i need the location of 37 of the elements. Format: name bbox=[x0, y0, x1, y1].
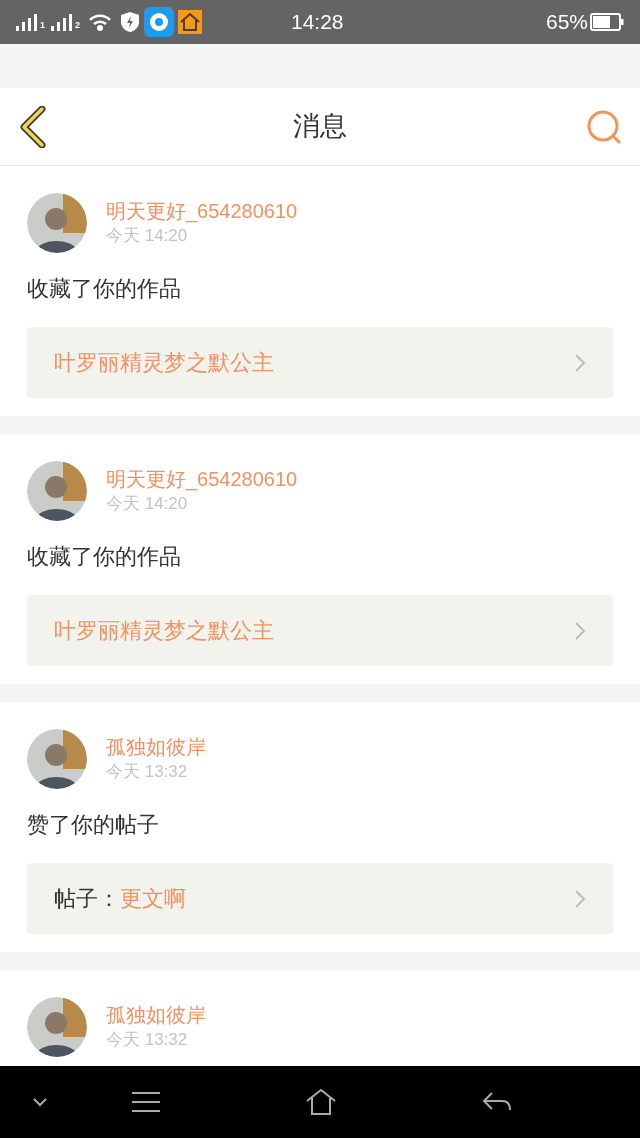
app-icon bbox=[144, 7, 175, 37]
signal-icon bbox=[51, 13, 73, 31]
item-label: 帖子： bbox=[54, 885, 120, 913]
timestamp: 今天 14:20 bbox=[106, 493, 189, 515]
back-icon[interactable] bbox=[482, 1091, 512, 1113]
chevron-right-icon bbox=[574, 352, 586, 373]
message-text: 收藏了你的作品 bbox=[27, 275, 182, 303]
chevron-right-icon bbox=[574, 620, 586, 641]
sim-label: 1 bbox=[40, 19, 45, 33]
item-title: 叶罗丽精灵梦之默公主 bbox=[54, 349, 274, 377]
item-title: 更文啊 bbox=[120, 885, 186, 913]
user-name[interactable]: 明天更好_654280610 bbox=[106, 466, 298, 492]
sim-label: 2 bbox=[75, 19, 81, 33]
chevron-right-icon bbox=[574, 888, 586, 909]
linked-item[interactable]: 叶罗丽精灵梦之默公主 bbox=[27, 595, 613, 666]
user-name[interactable]: 孤独如彼岸 bbox=[106, 734, 206, 760]
page-title: 消息 bbox=[293, 110, 347, 144]
linked-item[interactable]: 叶罗丽精灵梦之默公主 bbox=[27, 327, 613, 398]
wifi-icon bbox=[88, 13, 113, 31]
shield-icon bbox=[120, 11, 141, 33]
battery-icon bbox=[590, 13, 624, 31]
menu-icon[interactable] bbox=[131, 1091, 161, 1113]
chevron-down-icon[interactable] bbox=[32, 1097, 48, 1107]
message-text: 赞了你的帖子 bbox=[27, 811, 160, 839]
home-icon[interactable] bbox=[305, 1088, 337, 1116]
timestamp: 今天 13:32 bbox=[106, 1029, 189, 1051]
user-name[interactable]: 孤独如彼岸 bbox=[106, 1002, 206, 1028]
linked-item[interactable]: 帖子：更文啊 bbox=[27, 863, 613, 934]
clock: 14:28 bbox=[291, 9, 344, 36]
item-title: 叶罗丽精灵梦之默公主 bbox=[54, 617, 274, 645]
message-text: 收藏了你的作品 bbox=[27, 543, 182, 571]
house-icon bbox=[178, 10, 203, 34]
timestamp: 今天 14:20 bbox=[106, 225, 189, 247]
timestamp: 今天 13:32 bbox=[106, 761, 189, 783]
battery-percent: 65% bbox=[545, 9, 588, 36]
user-name[interactable]: 明天更好_654280610 bbox=[106, 198, 298, 224]
signal-icon bbox=[16, 13, 38, 31]
